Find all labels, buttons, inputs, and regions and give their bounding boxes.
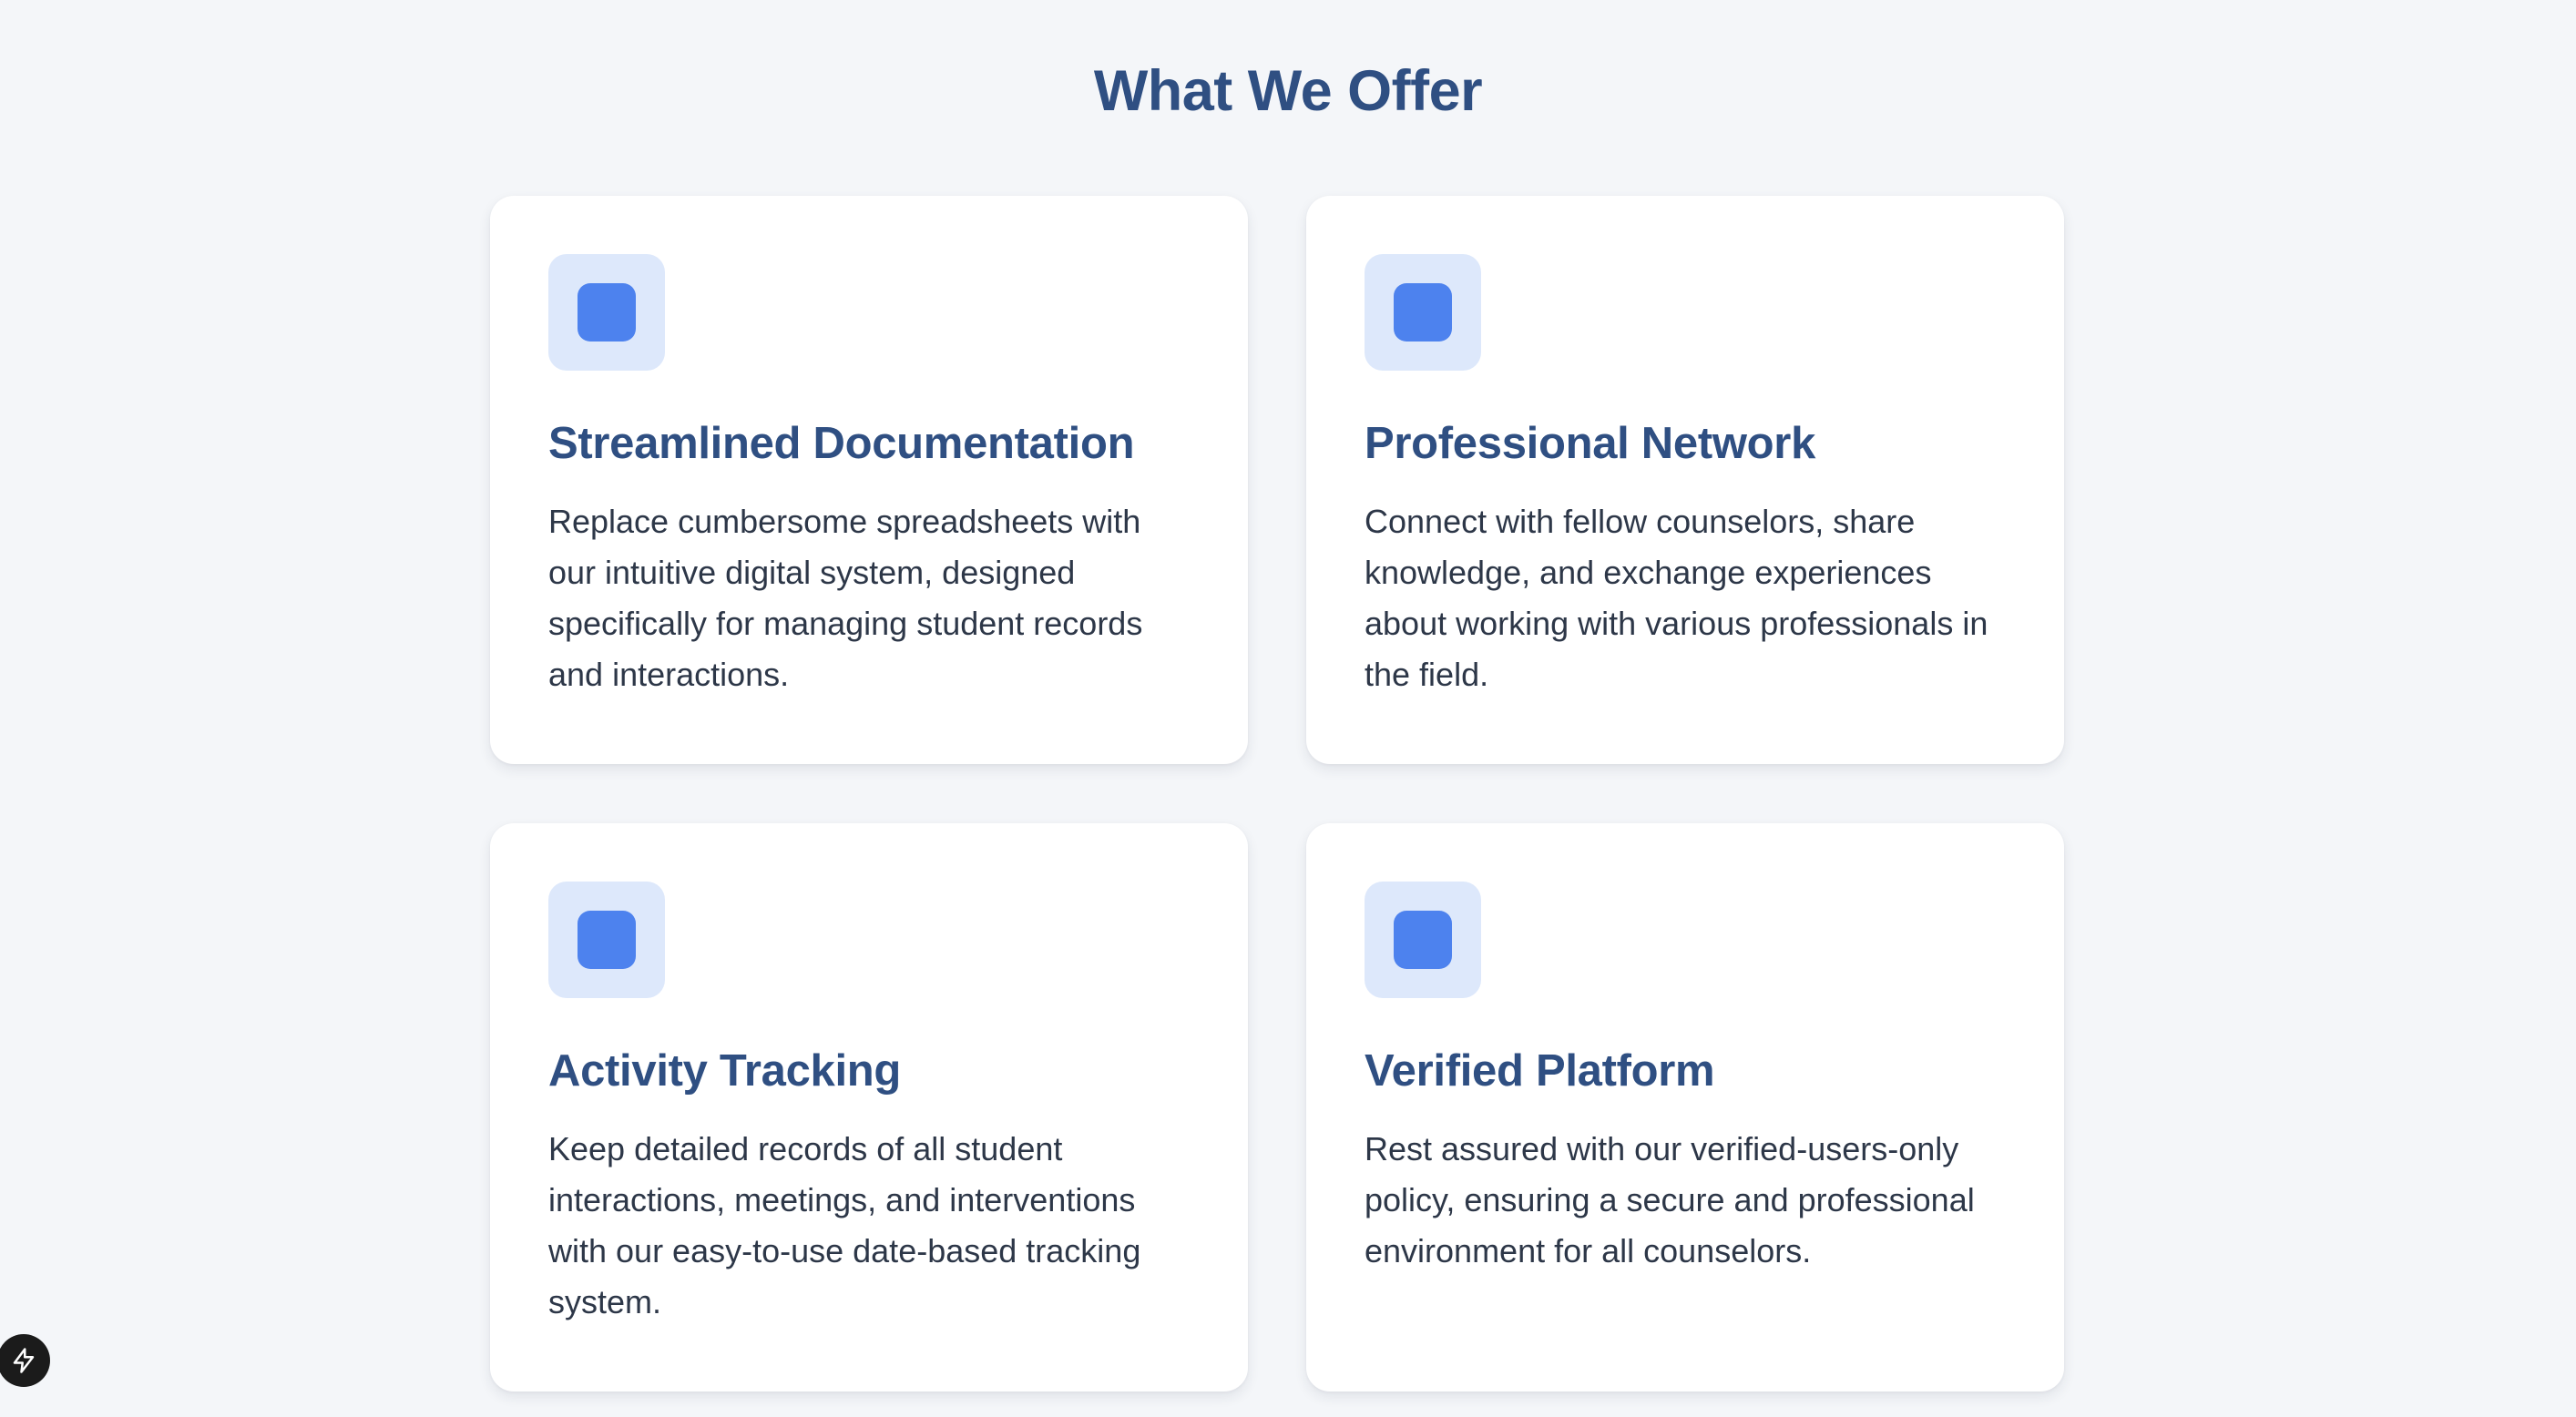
feature-title: Verified Platform: [1365, 1046, 1715, 1096]
features-grid: Streamlined Documentation Replace cumber…: [490, 196, 2064, 1392]
feature-square-icon: [1394, 283, 1452, 342]
section-title: What We Offer: [1093, 59, 1483, 123]
feature-square-icon: [1394, 911, 1452, 969]
lightning-bolt-icon: [13, 1348, 35, 1373]
feature-square-icon: [578, 911, 636, 969]
feature-title: Professional Network: [1365, 419, 1816, 468]
feature-title: Streamlined Documentation: [548, 419, 1135, 468]
feature-icon-tile: [1365, 882, 1481, 998]
dev-tools-badge[interactable]: [0, 1334, 50, 1387]
feature-title: Activity Tracking: [548, 1046, 902, 1096]
feature-description: Replace cumbersome spreadsheets with our…: [548, 503, 1143, 693]
feature-icon-tile: [548, 882, 665, 998]
feature-card-network: Professional Network Connect with fellow…: [1306, 196, 2064, 764]
feature-icon-tile: [548, 254, 665, 371]
feature-icon-tile: [1365, 254, 1481, 371]
feature-description: Connect with fellow counselors, share kn…: [1365, 503, 1988, 693]
feature-card-verified: Verified Platform Rest assured with our …: [1306, 823, 2064, 1392]
feature-square-icon: [578, 283, 636, 342]
feature-description: Keep detailed records of all student int…: [548, 1130, 1141, 1320]
feature-card-activity: Activity Tracking Keep detailed records …: [490, 823, 1248, 1392]
feature-card-documentation: Streamlined Documentation Replace cumber…: [490, 196, 1248, 764]
feature-description: Rest assured with our verified-users-onl…: [1365, 1130, 1975, 1269]
